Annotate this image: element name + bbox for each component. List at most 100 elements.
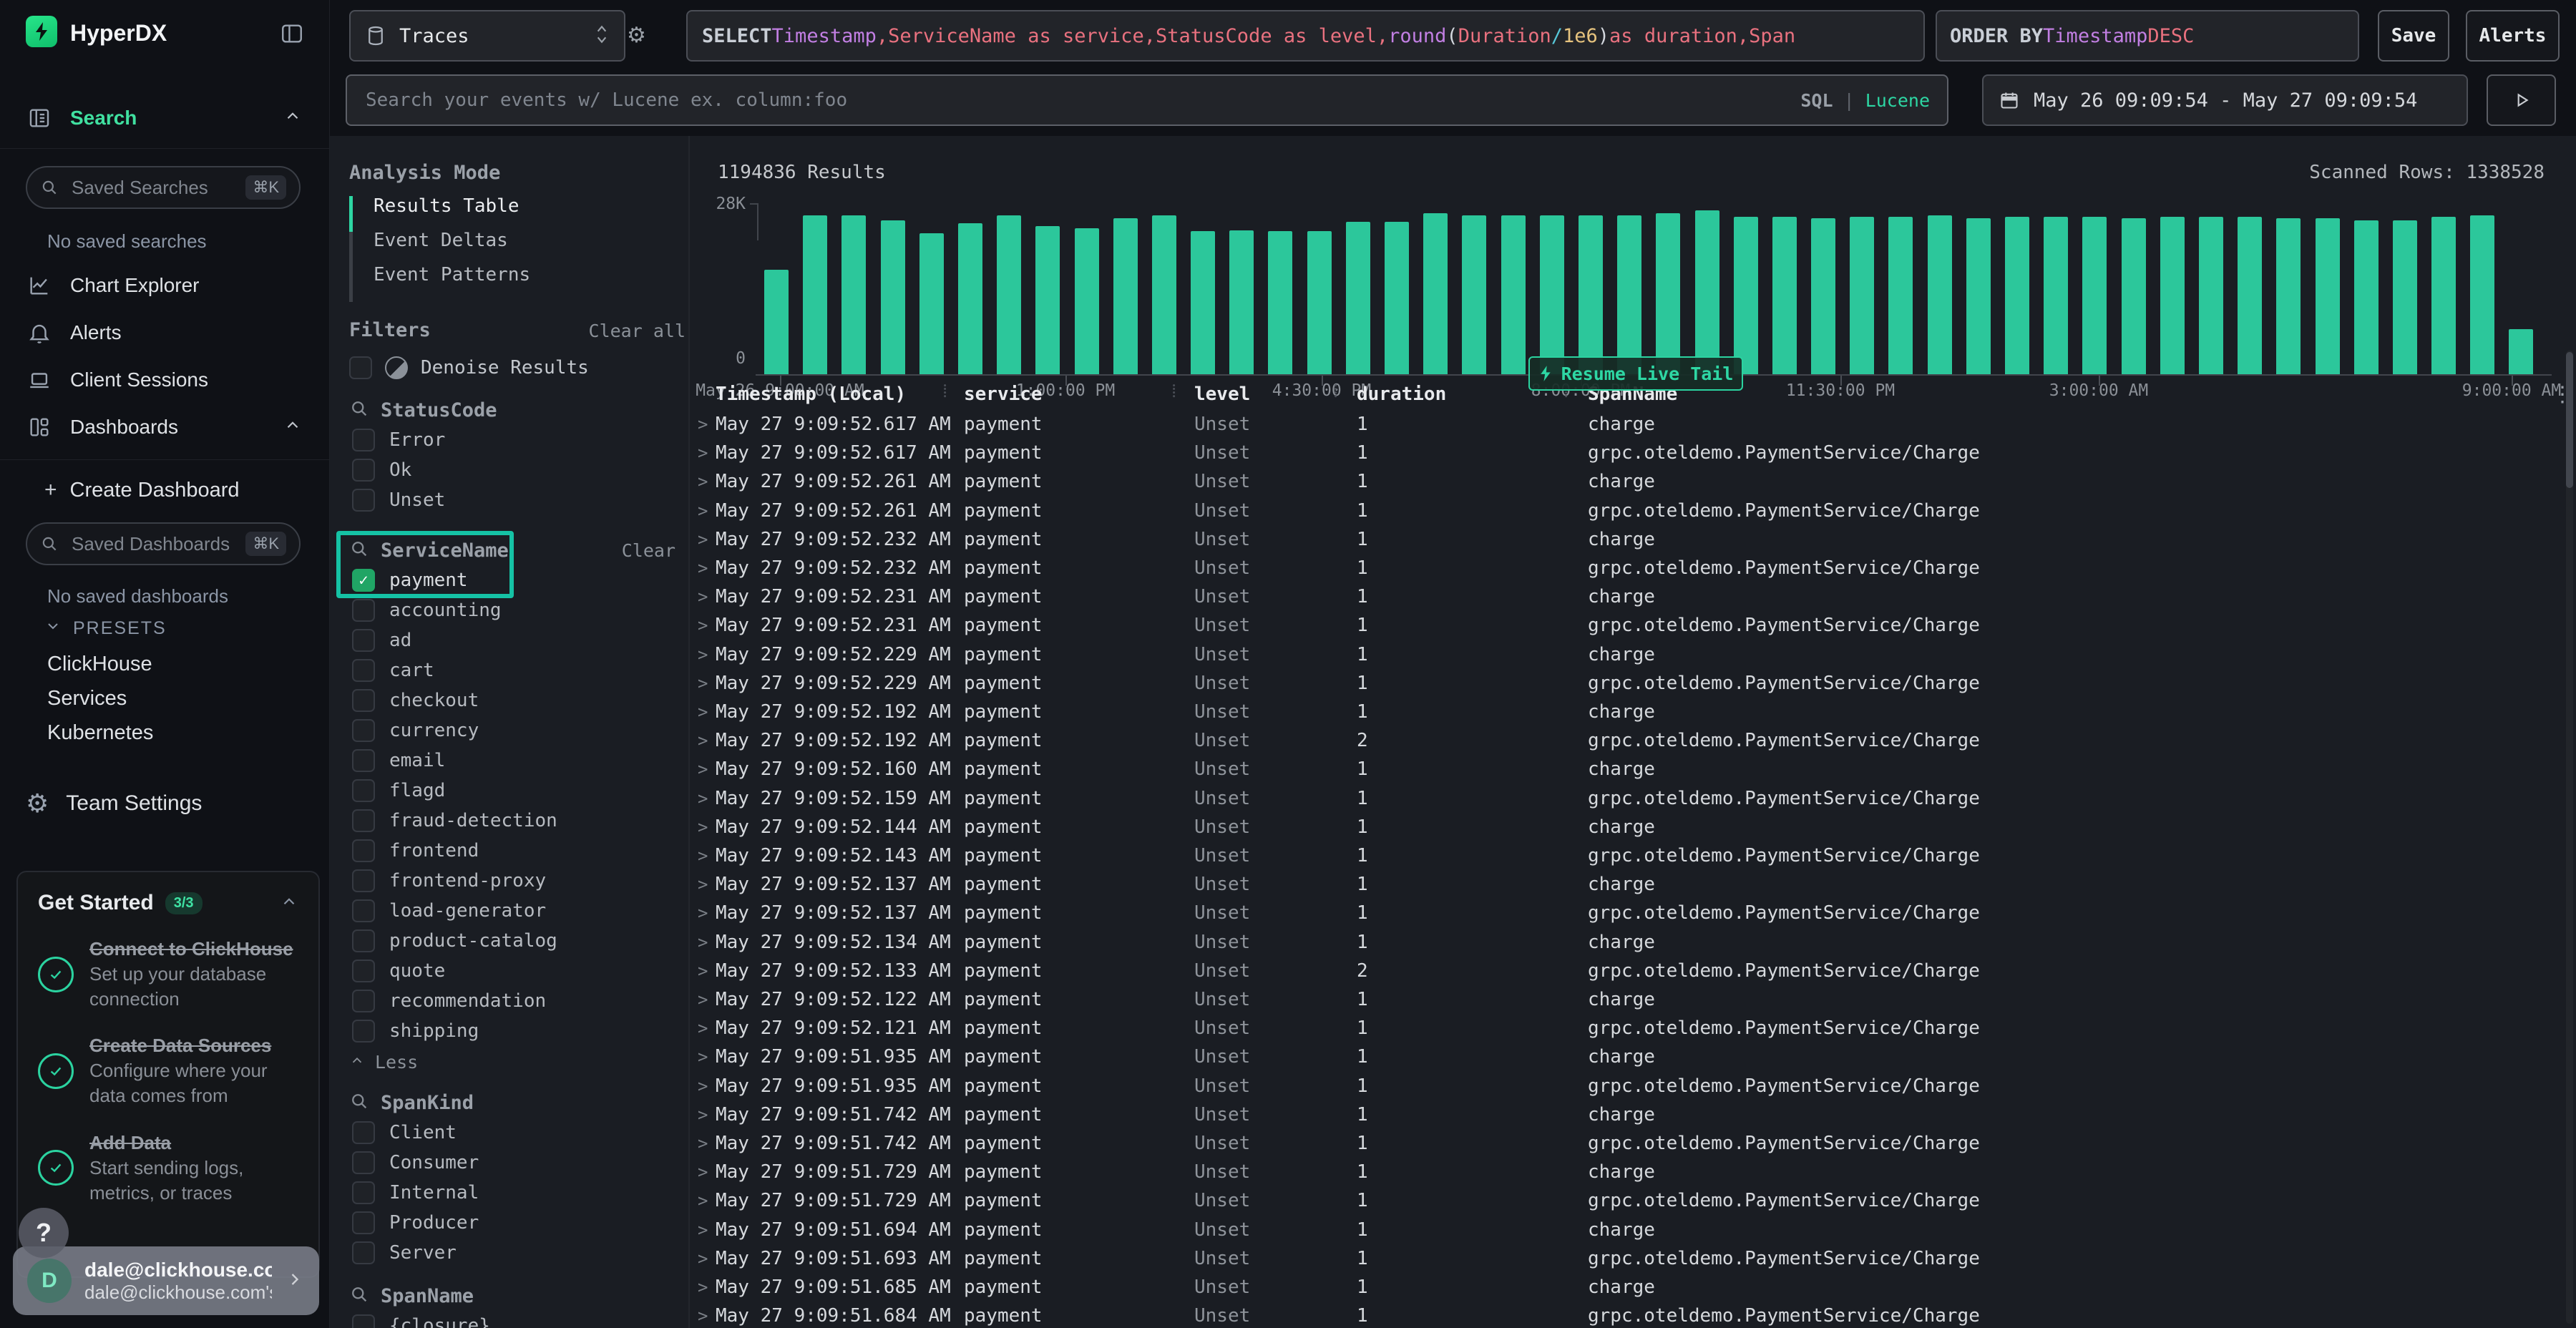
- checkbox[interactable]: [352, 659, 375, 682]
- filter-item-error[interactable]: Error: [349, 425, 686, 455]
- filter-item-email[interactable]: email: [349, 746, 686, 776]
- event-search-bar[interactable]: SQL | Lucene: [346, 74, 1948, 126]
- histogram-bar[interactable]: [841, 215, 866, 374]
- row-expand-chevron[interactable]: >: [698, 1076, 708, 1096]
- table-row[interactable]: >May 27 9:09:52.192 AMpaymentUnset2grpc.…: [691, 726, 2574, 754]
- table-row[interactable]: >May 27 9:09:51.684 AMpaymentUnset1grpc.…: [691, 1301, 2574, 1328]
- histogram-bar[interactable]: [2199, 217, 2223, 374]
- table-row[interactable]: >May 27 9:09:52.133 AMpaymentUnset2grpc.…: [691, 956, 2574, 985]
- histogram-bar[interactable]: [2316, 218, 2340, 374]
- checkbox[interactable]: [352, 990, 375, 1012]
- checkbox[interactable]: [352, 929, 375, 952]
- row-expand-chevron[interactable]: >: [698, 731, 708, 751]
- histogram-bar[interactable]: [2082, 217, 2107, 374]
- sidebar-preset-services[interactable]: Services: [47, 687, 127, 711]
- histogram-bar[interactable]: [1656, 213, 1680, 374]
- filter-item-frontend[interactable]: frontend: [349, 836, 686, 866]
- table-row[interactable]: >May 27 9:09:52.229 AMpaymentUnset1grpc.…: [691, 668, 2574, 697]
- scrollbar-thumb[interactable]: [2566, 352, 2573, 488]
- histogram-bar[interactable]: [764, 270, 789, 374]
- resume-live-tail-button[interactable]: Resume Live Tail: [1528, 356, 1743, 391]
- column-separator[interactable]: ⁞: [1333, 381, 1338, 402]
- checkbox[interactable]: [352, 809, 375, 832]
- sidebar-item-client-sessions[interactable]: Client Sessions: [27, 368, 208, 392]
- table-row[interactable]: >May 27 9:09:51.729 AMpaymentUnset1charg…: [691, 1157, 2574, 1186]
- sidebar-item-team-settings[interactable]: ⚙ Team Settings: [26, 788, 202, 819]
- histogram-bar[interactable]: [1928, 215, 1952, 374]
- histogram-bar[interactable]: [1850, 217, 1874, 374]
- checkbox[interactable]: [352, 1121, 375, 1144]
- sidebar-preset-kubernetes[interactable]: Kubernetes: [47, 721, 153, 745]
- filter-item-payment[interactable]: ✓payment: [349, 565, 686, 595]
- table-row[interactable]: >May 27 9:09:52.192 AMpaymentUnset1charg…: [691, 697, 2574, 726]
- histogram-bar[interactable]: [1385, 222, 1409, 374]
- row-expand-chevron[interactable]: >: [698, 788, 708, 809]
- row-expand-chevron[interactable]: >: [698, 702, 708, 722]
- table-row[interactable]: >May 27 9:09:52.143 AMpaymentUnset1grpc.…: [691, 841, 2574, 869]
- table-row[interactable]: >May 27 9:09:52.159 AMpaymentUnset1grpc.…: [691, 783, 2574, 812]
- date-range-picker[interactable]: May 26 09:09:54 - May 27 09:09:54: [1982, 74, 2468, 126]
- get-started-step-sources[interactable]: Create Data Sources Configure where your…: [38, 1033, 298, 1108]
- histogram-bar[interactable]: [1811, 218, 1835, 374]
- row-expand-chevron[interactable]: >: [698, 501, 708, 521]
- histogram-bar[interactable]: [2238, 217, 2262, 374]
- filter-item-quote[interactable]: quote: [349, 956, 686, 986]
- row-expand-chevron[interactable]: >: [698, 443, 708, 463]
- filter-item-checkout[interactable]: checkout: [349, 685, 686, 716]
- filter-item-internal[interactable]: Internal: [349, 1178, 686, 1208]
- col-timestamp[interactable]: Timestamp (Local): [716, 384, 906, 405]
- order-by-editor[interactable]: ORDER BY Timestamp DESC: [1936, 10, 2359, 62]
- search-icon[interactable]: [349, 1091, 369, 1114]
- row-expand-chevron[interactable]: >: [698, 903, 708, 923]
- table-row[interactable]: >May 27 9:09:52.261 AMpaymentUnset1grpc.…: [691, 496, 2574, 524]
- histogram-bar[interactable]: [997, 215, 1021, 374]
- histogram-bar[interactable]: [881, 220, 905, 374]
- column-separator[interactable]: ⁞: [942, 381, 947, 402]
- table-row[interactable]: >May 27 9:09:51.694 AMpaymentUnset1charg…: [691, 1215, 2574, 1244]
- table-row[interactable]: >May 27 9:09:52.122 AMpaymentUnset1charg…: [691, 985, 2574, 1013]
- checkbox[interactable]: [352, 1151, 375, 1174]
- language-toggle[interactable]: SQL | Lucene: [1800, 90, 1930, 111]
- chevron-up-icon[interactable]: [280, 892, 298, 914]
- col-duration[interactable]: duration: [1357, 384, 1446, 405]
- checkbox[interactable]: [352, 599, 375, 622]
- lucene-toggle[interactable]: Lucene: [1865, 90, 1930, 111]
- row-expand-chevron[interactable]: >: [698, 558, 708, 578]
- histogram-bar[interactable]: [1191, 231, 1215, 374]
- table-row[interactable]: >May 27 9:09:51.742 AMpaymentUnset1charg…: [691, 1100, 2574, 1128]
- filter-item-recommendation[interactable]: recommendation: [349, 986, 686, 1016]
- filter-item-ok[interactable]: Ok: [349, 455, 686, 485]
- sidebar-item-search[interactable]: Search: [27, 106, 302, 130]
- row-expand-chevron[interactable]: >: [698, 472, 708, 492]
- histogram-bar[interactable]: [2393, 220, 2417, 374]
- histogram-bar[interactable]: [2044, 217, 2068, 374]
- denoise-results-toggle[interactable]: Denoise Results: [349, 356, 589, 379]
- filter-item-flagd[interactable]: flagd: [349, 776, 686, 806]
- table-row[interactable]: >May 27 9:09:52.617 AMpaymentUnset1charg…: [691, 409, 2574, 438]
- run-query-button[interactable]: [2487, 74, 2556, 126]
- get-started-step-add-data[interactable]: Add Data Start sending logs, metrics, or…: [38, 1131, 298, 1206]
- table-row[interactable]: >May 27 9:09:51.935 AMpaymentUnset1charg…: [691, 1042, 2574, 1070]
- filter-clear-link[interactable]: Clear: [622, 540, 686, 561]
- checkbox[interactable]: [352, 749, 375, 772]
- analysis-mode-event-deltas[interactable]: Event Deltas: [349, 223, 678, 258]
- filter-item-fraud-detection[interactable]: fraud-detection: [349, 806, 686, 836]
- row-expand-chevron[interactable]: >: [698, 1191, 708, 1211]
- histogram-bar[interactable]: [1075, 228, 1099, 374]
- histogram-bar[interactable]: [1617, 215, 1641, 374]
- row-expand-chevron[interactable]: >: [698, 587, 708, 607]
- row-expand-chevron[interactable]: >: [698, 932, 708, 952]
- histogram-bar[interactable]: [2509, 329, 2533, 374]
- checkbox[interactable]: ✓: [352, 569, 375, 592]
- filter-item-currency[interactable]: currency: [349, 716, 686, 746]
- table-row[interactable]: >May 27 9:09:52.144 AMpaymentUnset1charg…: [691, 812, 2574, 841]
- checkbox[interactable]: [352, 719, 375, 742]
- table-row[interactable]: >May 27 9:09:52.232 AMpaymentUnset1charg…: [691, 524, 2574, 553]
- histogram-bar[interactable]: [1888, 217, 1913, 374]
- table-row[interactable]: >May 27 9:09:52.160 AMpaymentUnset1charg…: [691, 754, 2574, 783]
- checkbox[interactable]: [352, 1181, 375, 1204]
- histogram-bar[interactable]: [1035, 226, 1060, 374]
- filter-item--closure-[interactable]: {closure}: [349, 1311, 686, 1328]
- filter-item-product-catalog[interactable]: product-catalog: [349, 926, 686, 956]
- row-expand-chevron[interactable]: >: [698, 1220, 708, 1240]
